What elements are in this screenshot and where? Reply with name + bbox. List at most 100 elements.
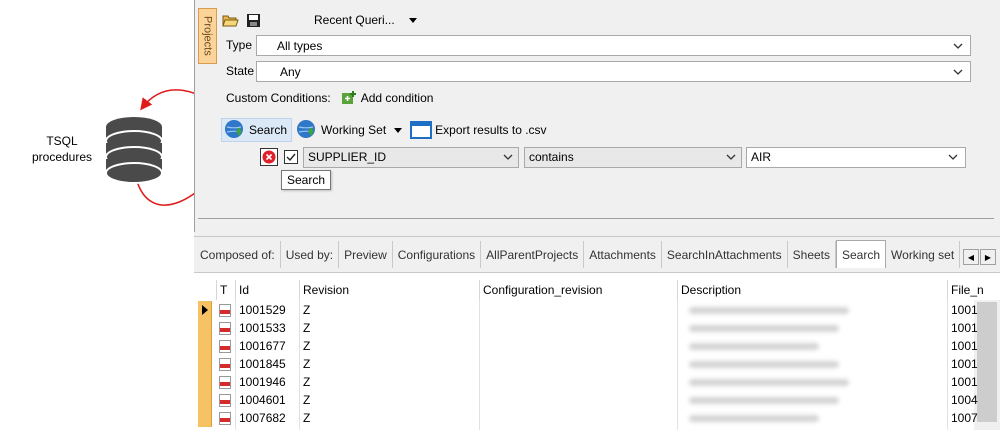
export-csv-label: Export results to .csv <box>435 123 547 137</box>
column-header-revision[interactable]: Revision <box>299 280 349 300</box>
projects-tab-label: Projects <box>201 16 214 56</box>
working-set-globe-icon <box>297 120 316 138</box>
checkmark-icon <box>286 153 296 162</box>
row-header[interactable] <box>198 355 212 373</box>
cell-file: 1001 <box>951 375 978 389</box>
state-select[interactable]: Any <box>256 61 971 82</box>
tab-scroll-right-button[interactable]: ▶ <box>980 249 996 265</box>
pdf-file-icon <box>219 394 231 407</box>
type-select[interactable]: All types <box>256 35 971 56</box>
table-row[interactable]: 1007682 Z 1007 <box>194 409 1000 427</box>
table-row[interactable]: 1001533 Z 1001 <box>194 319 1000 337</box>
column-header-configuration-revision[interactable]: Configuration_revision <box>479 280 602 300</box>
row-header[interactable] <box>198 391 212 409</box>
current-row-icon <box>201 305 208 315</box>
table-row[interactable]: 1001946 Z 1001 <box>194 373 1000 391</box>
cell-file: 1001 <box>951 321 978 335</box>
chevron-down-icon <box>953 69 963 75</box>
working-set-button[interactable]: Working Set <box>292 118 406 142</box>
redacted-description <box>689 361 839 368</box>
row-header[interactable] <box>198 373 212 391</box>
row-header[interactable] <box>198 301 212 319</box>
column-header-description[interactable]: Description <box>677 280 741 300</box>
custom-conditions-label: Custom Conditions: <box>226 91 331 105</box>
action-toolbar: Search Working Set Export results to .cs… <box>221 118 551 142</box>
row-header[interactable] <box>198 319 212 337</box>
recent-queries-dropdown[interactable]: Recent Queri... <box>314 13 417 27</box>
add-condition-icon <box>341 91 356 104</box>
pdf-file-icon <box>219 340 231 353</box>
condition-operator-select[interactable]: contains <box>524 146 742 168</box>
export-csv-icon <box>410 121 433 139</box>
remove-condition-button[interactable] <box>260 148 278 166</box>
tab-strip-divider <box>194 236 1000 237</box>
search-button[interactable]: Search <box>221 118 293 142</box>
custom-conditions-row: Custom Conditions: Add condition <box>226 90 433 106</box>
cell-revision: Z <box>303 303 311 317</box>
pdf-file-icon <box>219 304 231 317</box>
condition-checkbox[interactable] <box>284 150 298 164</box>
projects-tab[interactable]: Projects <box>198 8 217 64</box>
cell-file: 1001 <box>951 357 978 371</box>
pdf-file-icon <box>219 412 231 425</box>
tab-working-set[interactable]: Working set <box>886 241 961 268</box>
tab-composed-of[interactable]: Composed of: <box>195 241 281 268</box>
chevron-down-icon <box>503 154 513 160</box>
column-header-file-n[interactable]: File_n <box>947 280 984 300</box>
condition-field-select[interactable]: SUPPLIER_ID <box>303 146 519 168</box>
tab-configurations[interactable]: Configurations <box>393 241 482 268</box>
row-header[interactable] <box>198 409 212 427</box>
tab-search[interactable]: Search <box>836 240 887 268</box>
table-row[interactable]: 1004601 Z 1004 <box>194 391 1000 409</box>
grid-header: T Id Revision Configuration_revision Descrip… <box>194 280 1000 300</box>
open-folder-icon[interactable] <box>222 12 239 28</box>
chevron-down-icon <box>726 154 736 160</box>
cell-revision: Z <box>303 357 311 371</box>
table-row[interactable]: 1001845 Z 1001 <box>194 355 1000 373</box>
table-row[interactable]: 1001529 Z 1001 <box>194 301 1000 319</box>
cell-file: 1004 <box>951 393 978 407</box>
results-grid: T Id Revision Configuration_revision Descrip… <box>194 272 1000 430</box>
type-label: Type <box>226 38 253 52</box>
save-icon[interactable] <box>245 12 262 28</box>
tab-sheets[interactable]: Sheets <box>788 241 836 268</box>
redacted-description <box>689 343 819 350</box>
table-row[interactable]: 1001677 Z 1001 <box>194 337 1000 355</box>
cell-id: 1001533 <box>239 321 286 335</box>
state-select-value: Any <box>280 64 301 79</box>
tab-preview[interactable]: Preview <box>339 241 393 268</box>
add-condition-button[interactable]: Add condition <box>341 90 433 106</box>
tab-list: Composed of: Used by: Preview Configuration… <box>195 240 961 268</box>
cell-id: 1001677 <box>239 339 286 353</box>
remove-icon <box>262 150 276 164</box>
tab-scroll-left-button[interactable]: ◀ <box>963 249 979 265</box>
redacted-description <box>689 379 849 386</box>
column-header-id[interactable]: Id <box>235 280 249 300</box>
tab-searchinattachments[interactable]: SearchInAttachments <box>662 241 788 268</box>
tab-used-by[interactable]: Used by: <box>281 241 340 268</box>
search-button-label: Search <box>249 123 288 137</box>
row-header[interactable] <box>198 337 212 355</box>
export-csv-button[interactable]: Export results to .csv <box>406 118 550 142</box>
database-label-line2: procedures <box>31 150 93 164</box>
cell-id: 1004601 <box>239 393 286 407</box>
column-header-t[interactable]: T <box>216 280 227 300</box>
redacted-description <box>689 397 839 404</box>
chevron-down-icon <box>953 43 963 49</box>
pdf-file-icon <box>219 358 231 371</box>
recent-queries-label: Recent Queri... <box>314 13 395 27</box>
chevron-down-icon <box>948 154 958 160</box>
tab-attachments[interactable]: Attachments <box>584 241 662 268</box>
state-label: State <box>226 64 255 78</box>
type-select-value: All types <box>277 38 323 53</box>
database-label: TSQL procedures <box>20 133 104 165</box>
panel-divider <box>198 218 994 219</box>
cell-id: 1001946 <box>239 375 286 389</box>
cell-id: 1001845 <box>239 357 286 371</box>
pdf-file-icon <box>219 376 231 389</box>
tab-allparentprojects[interactable]: AllParentProjects <box>481 241 585 268</box>
pdf-file-icon <box>219 322 231 335</box>
cell-revision: Z <box>303 411 311 425</box>
condition-value-select[interactable]: AIR <box>746 146 966 168</box>
cell-file: 1007 <box>951 411 978 425</box>
